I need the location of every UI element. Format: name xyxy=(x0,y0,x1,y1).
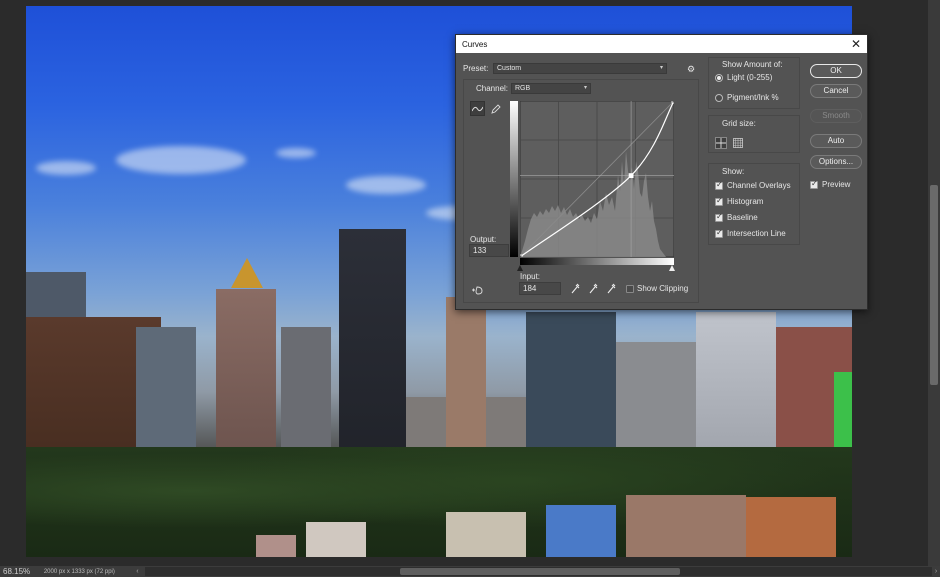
status-arrow-icon[interactable]: › xyxy=(932,568,940,575)
channel-dropdown[interactable]: RGB ▾ xyxy=(511,83,591,94)
baseline-checkbox[interactable] xyxy=(715,212,723,222)
status-bar: 68.15% 2000 px x 1333 px (72 ppi) ‹ › xyxy=(0,566,940,577)
document-info[interactable]: 2000 px x 1333 px (72 ppi) xyxy=(44,569,134,575)
curve-control-point[interactable] xyxy=(671,101,674,104)
options-button[interactable]: Options... xyxy=(810,155,862,169)
close-icon[interactable]: ✕ xyxy=(851,37,861,51)
gold-roof-shape xyxy=(231,258,263,288)
hand-adjust-icon xyxy=(472,286,483,295)
auto-button[interactable]: Auto xyxy=(810,134,862,148)
white-point-slider[interactable] xyxy=(669,265,675,271)
cloud-shape xyxy=(36,161,96,175)
dialog-titlebar[interactable]: Curves ✕ xyxy=(456,35,867,53)
channel-label: Channel: xyxy=(476,84,509,93)
light-radio[interactable] xyxy=(715,74,723,82)
status-arrow-icon[interactable]: ‹ xyxy=(133,568,141,575)
on-image-adjust-button[interactable] xyxy=(470,285,484,297)
grid-size-title: Grid size: xyxy=(722,119,756,128)
input-gradient-bar xyxy=(520,258,674,265)
show-clipping-label: Show Clipping xyxy=(637,284,689,293)
channel-value: RGB xyxy=(515,85,531,92)
output-field[interactable]: 133 xyxy=(469,244,509,257)
simple-grid-icon xyxy=(716,138,726,148)
input-field[interactable]: 184 xyxy=(519,282,561,295)
gray-eyedropper-icon[interactable] xyxy=(589,283,598,296)
vertical-scrollbar[interactable] xyxy=(928,0,940,566)
curve-point-icon xyxy=(472,106,483,111)
cloud-shape xyxy=(346,176,426,194)
show-clipping-checkbox[interactable] xyxy=(626,285,634,293)
output-gradient-bar xyxy=(510,101,518,257)
chevron-down-icon: ▾ xyxy=(583,85,587,91)
photoshop-window: 68.15% 2000 px x 1333 px (72 ppi) ‹ › Cu… xyxy=(0,0,940,577)
preview-label: Preview xyxy=(822,180,851,189)
detailed-grid-button[interactable] xyxy=(732,137,744,149)
baseline-label: Baseline xyxy=(727,213,758,222)
show-amount-title: Show Amount of: xyxy=(722,60,783,69)
simple-grid-button[interactable] xyxy=(715,137,727,149)
preset-label: Preset: xyxy=(463,64,489,73)
histogram-label: Histogram xyxy=(727,197,764,206)
horizontal-scrollbar[interactable] xyxy=(145,567,933,576)
pigment-radio[interactable] xyxy=(715,94,723,102)
output-label: Output: xyxy=(470,235,497,244)
cloud-shape xyxy=(276,148,316,158)
cloud-shape xyxy=(116,146,246,174)
channel-overlays-checkbox[interactable] xyxy=(715,180,723,190)
detailed-grid-icon xyxy=(733,138,743,148)
histogram-checkbox[interactable] xyxy=(715,196,723,206)
zoom-level[interactable]: 68.15% xyxy=(0,567,40,576)
vertical-scrollbar-thumb[interactable] xyxy=(930,185,938,385)
preview-checkbox[interactable] xyxy=(810,179,818,189)
input-label: Input: xyxy=(520,272,541,281)
light-radio-label: Light (0-255) xyxy=(727,73,773,82)
black-point-slider[interactable] xyxy=(517,265,523,271)
curve-control-point[interactable] xyxy=(520,254,523,257)
dialog-title: Curves xyxy=(462,39,488,49)
preset-value: Custom xyxy=(497,65,522,72)
curve-graph[interactable] xyxy=(520,101,674,257)
pencil-tool-button[interactable] xyxy=(488,101,503,116)
pigment-radio-label: Pigment/Ink % xyxy=(727,93,779,102)
building-shape xyxy=(306,522,366,557)
pencil-icon xyxy=(490,103,501,114)
intersection-line-label: Intersection Line xyxy=(727,229,786,238)
curves-dialog: Curves ✕ Preset: Custom ▾ ⚙ Channel: RGB… xyxy=(455,34,868,310)
curve-point-tool-button[interactable] xyxy=(470,101,485,116)
smooth-button[interactable]: Smooth xyxy=(810,109,862,123)
ok-button[interactable]: OK xyxy=(810,64,862,78)
white-eyedropper-icon[interactable] xyxy=(607,283,616,296)
show-title: Show: xyxy=(722,167,745,176)
intersection-line-checkbox[interactable] xyxy=(715,228,723,238)
building-shape xyxy=(746,497,836,557)
cancel-button[interactable]: Cancel xyxy=(810,84,862,98)
gear-icon[interactable]: ⚙ xyxy=(687,64,695,75)
building-shape xyxy=(546,505,616,557)
horizontal-scrollbar-thumb[interactable] xyxy=(400,568,681,575)
preset-dropdown[interactable]: Custom ▾ xyxy=(493,63,667,74)
building-shape xyxy=(446,512,526,557)
channel-overlays-label: Channel Overlays xyxy=(727,181,791,190)
building-shape xyxy=(626,495,746,557)
curve-control-point[interactable] xyxy=(628,173,634,178)
building-shape xyxy=(256,535,296,557)
chevron-down-icon: ▾ xyxy=(659,65,663,71)
black-eyedropper-icon[interactable] xyxy=(571,283,580,296)
